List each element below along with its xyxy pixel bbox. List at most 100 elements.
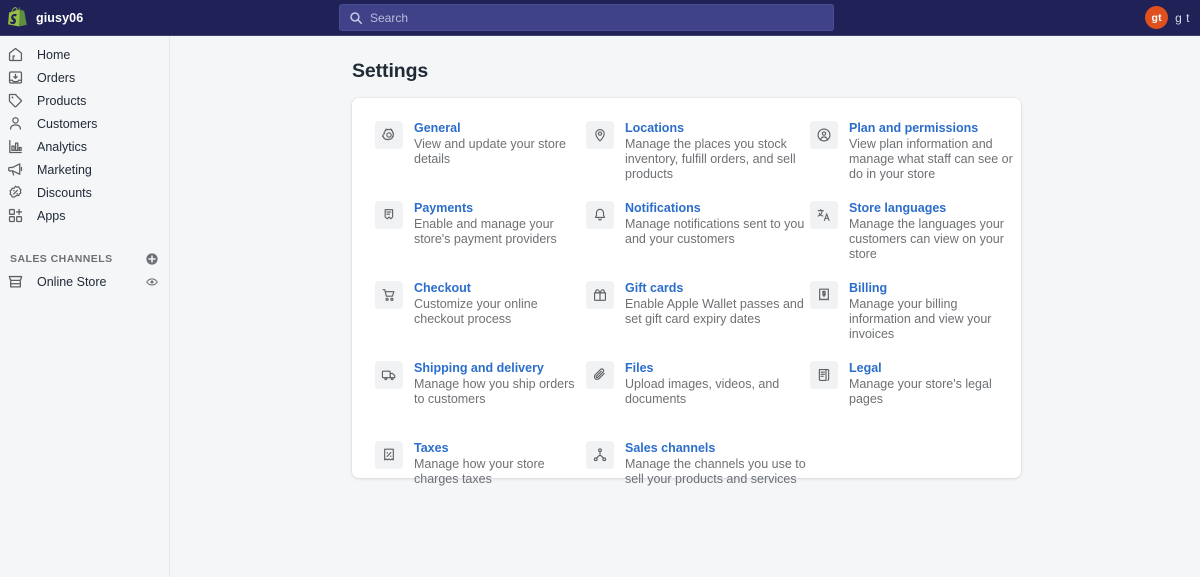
search-container: Search — [339, 4, 834, 31]
page-title: Settings — [352, 60, 429, 82]
avatar: gt — [1145, 6, 1169, 29]
user-menu[interactable]: gt g t — [1145, 6, 1200, 29]
settings-item-title[interactable]: Legal — [849, 361, 1021, 376]
settings-item-title[interactable]: Billing — [849, 281, 1021, 296]
delivery-truck-icon — [375, 361, 403, 389]
marketing-megaphone-icon — [6, 160, 25, 179]
settings-item-gift-cards[interactable]: Gift cards Enable Apple Wallet passes an… — [586, 280, 810, 360]
eye-icon[interactable] — [145, 275, 159, 289]
orders-inbox-icon — [6, 68, 25, 87]
settings-item-title[interactable]: General — [414, 121, 586, 136]
settings-item-description: Manage notifications sent to you and you… — [625, 217, 805, 246]
map-pin-icon — [586, 121, 614, 149]
sales-channels-title: SALES CHANNELS — [10, 253, 113, 265]
settings-item-title[interactable]: Payments — [414, 201, 586, 216]
sidebar-item-home[interactable]: Home — [0, 43, 169, 66]
settings-item-description: View plan information and manage what st… — [849, 137, 1013, 181]
settings-item-store-languages[interactable]: Store languages Manage the languages you… — [810, 200, 1021, 280]
settings-item-title[interactable]: Checkout — [414, 281, 586, 296]
settings-item-body: Checkout Customize your online checkout … — [414, 280, 586, 360]
settings-item-notifications[interactable]: Notifications Manage notifications sent … — [586, 200, 810, 280]
sidebar-item-label: Online Store — [37, 274, 107, 289]
settings-item-billing[interactable]: Billing Manage your billing information … — [810, 280, 1021, 360]
top-navigation-bar: giusy06 Search gt g t — [0, 0, 1200, 36]
settings-grid: General View and update your store detai… — [375, 120, 1013, 520]
settings-item-body: Store languages Manage the languages you… — [849, 200, 1021, 280]
settings-item-title[interactable]: Locations — [625, 121, 810, 136]
person-circle-icon — [810, 121, 838, 149]
brand-home-link[interactable]: giusy06 — [0, 7, 170, 28]
sidebar-item-label: Analytics — [37, 139, 88, 154]
settings-item-title[interactable]: Shipping and delivery — [414, 361, 586, 376]
sidebar-item-online-store[interactable]: Online Store — [0, 270, 169, 293]
settings-item-description: Enable Apple Wallet passes and set gift … — [625, 297, 804, 326]
settings-item-body: Plan and permissions View plan informati… — [849, 120, 1021, 200]
settings-item-body: General View and update your store detai… — [414, 120, 586, 200]
shopping-cart-icon — [375, 281, 403, 309]
settings-item-body: Payments Enable and manage your store's … — [414, 200, 586, 280]
discounts-percent-badge-icon — [6, 183, 25, 202]
settings-item-description: Manage your billing information and view… — [849, 297, 992, 341]
settings-item-title[interactable]: Files — [625, 361, 810, 376]
settings-item-description: View and update your store details — [414, 137, 566, 166]
sidebar-item-label: Products — [37, 93, 87, 108]
settings-item-locations[interactable]: Locations Manage the places you stock in… — [586, 120, 810, 200]
sidebar-item-discounts[interactable]: Discounts — [0, 181, 169, 204]
shopify-bag-icon — [8, 7, 27, 28]
settings-card: General View and update your store detai… — [352, 98, 1021, 486]
settings-item-taxes[interactable]: Taxes Manage how your store charges taxe… — [375, 440, 586, 520]
user-name-label: g t — [1175, 10, 1190, 25]
settings-item-title[interactable]: Plan and permissions — [849, 121, 1021, 136]
legal-document-icon — [810, 361, 838, 389]
analytics-bar-chart-icon — [6, 137, 25, 156]
settings-item-legal[interactable]: Legal Manage your store's legal pages — [810, 360, 1021, 440]
settings-item-title[interactable]: Gift cards — [625, 281, 810, 296]
settings-item-sales-channels[interactable]: Sales channels Manage the channels you u… — [586, 440, 810, 520]
translate-icon — [810, 201, 838, 229]
sidebar: Home Orders Products Customers Analytics… — [0, 36, 170, 577]
main-content: Settings General View and update your st… — [171, 36, 1200, 577]
settings-item-title[interactable]: Store languages — [849, 201, 1021, 216]
settings-item-description: Manage your store's legal pages — [849, 377, 992, 406]
sales-channels-header: SALES CHANNELS — [0, 248, 169, 270]
sidebar-item-customers[interactable]: Customers — [0, 112, 169, 135]
settings-item-title[interactable]: Taxes — [414, 441, 586, 456]
apps-grid-plus-icon — [6, 206, 25, 225]
settings-item-body: Gift cards Enable Apple Wallet passes an… — [625, 280, 810, 360]
products-tag-icon — [6, 91, 25, 110]
sidebar-item-analytics[interactable]: Analytics — [0, 135, 169, 158]
settings-item-description: Manage how you ship orders to customers — [414, 377, 575, 406]
sidebar-item-label: Discounts — [37, 185, 92, 200]
settings-item-description: Manage the languages your customers can … — [849, 217, 1004, 261]
sidebar-item-label: Customers — [37, 116, 98, 131]
settings-item-plan-and-permissions[interactable]: Plan and permissions View plan informati… — [810, 120, 1021, 200]
settings-item-shipping-and-delivery[interactable]: Shipping and delivery Manage how you shi… — [375, 360, 586, 440]
customers-person-icon — [6, 114, 25, 133]
sidebar-item-label: Marketing — [37, 162, 92, 177]
settings-item-description: Manage the channels you use to sell your… — [625, 457, 806, 486]
storefront-icon — [6, 272, 25, 291]
sidebar-item-orders[interactable]: Orders — [0, 66, 169, 89]
billing-receipt-icon — [810, 281, 838, 309]
settings-item-title[interactable]: Notifications — [625, 201, 810, 216]
settings-item-payments[interactable]: Payments Enable and manage your store's … — [375, 200, 586, 280]
settings-item-title[interactable]: Sales channels — [625, 441, 810, 456]
home-icon — [6, 45, 25, 64]
sidebar-item-marketing[interactable]: Marketing — [0, 158, 169, 181]
settings-item-description: Enable and manage your store's payment p… — [414, 217, 557, 246]
settings-item-general[interactable]: General View and update your store detai… — [375, 120, 586, 200]
settings-item-description: Manage how your store charges taxes — [414, 457, 545, 486]
paperclip-icon — [586, 361, 614, 389]
settings-item-body: Sales channels Manage the channels you u… — [625, 440, 810, 520]
settings-item-description: Customize your online checkout process — [414, 297, 538, 326]
search-input[interactable]: Search — [339, 4, 834, 31]
sales-channels-hierarchy-icon — [586, 441, 614, 469]
settings-item-checkout[interactable]: Checkout Customize your online checkout … — [375, 280, 586, 360]
sidebar-item-apps[interactable]: Apps — [0, 204, 169, 227]
settings-item-body: Locations Manage the places you stock in… — [625, 120, 810, 200]
sidebar-item-products[interactable]: Products — [0, 89, 169, 112]
payment-cards-icon — [375, 201, 403, 229]
settings-item-files[interactable]: Files Upload images, videos, and documen… — [586, 360, 810, 440]
search-icon — [349, 11, 363, 25]
plus-circle-icon[interactable] — [145, 252, 159, 266]
